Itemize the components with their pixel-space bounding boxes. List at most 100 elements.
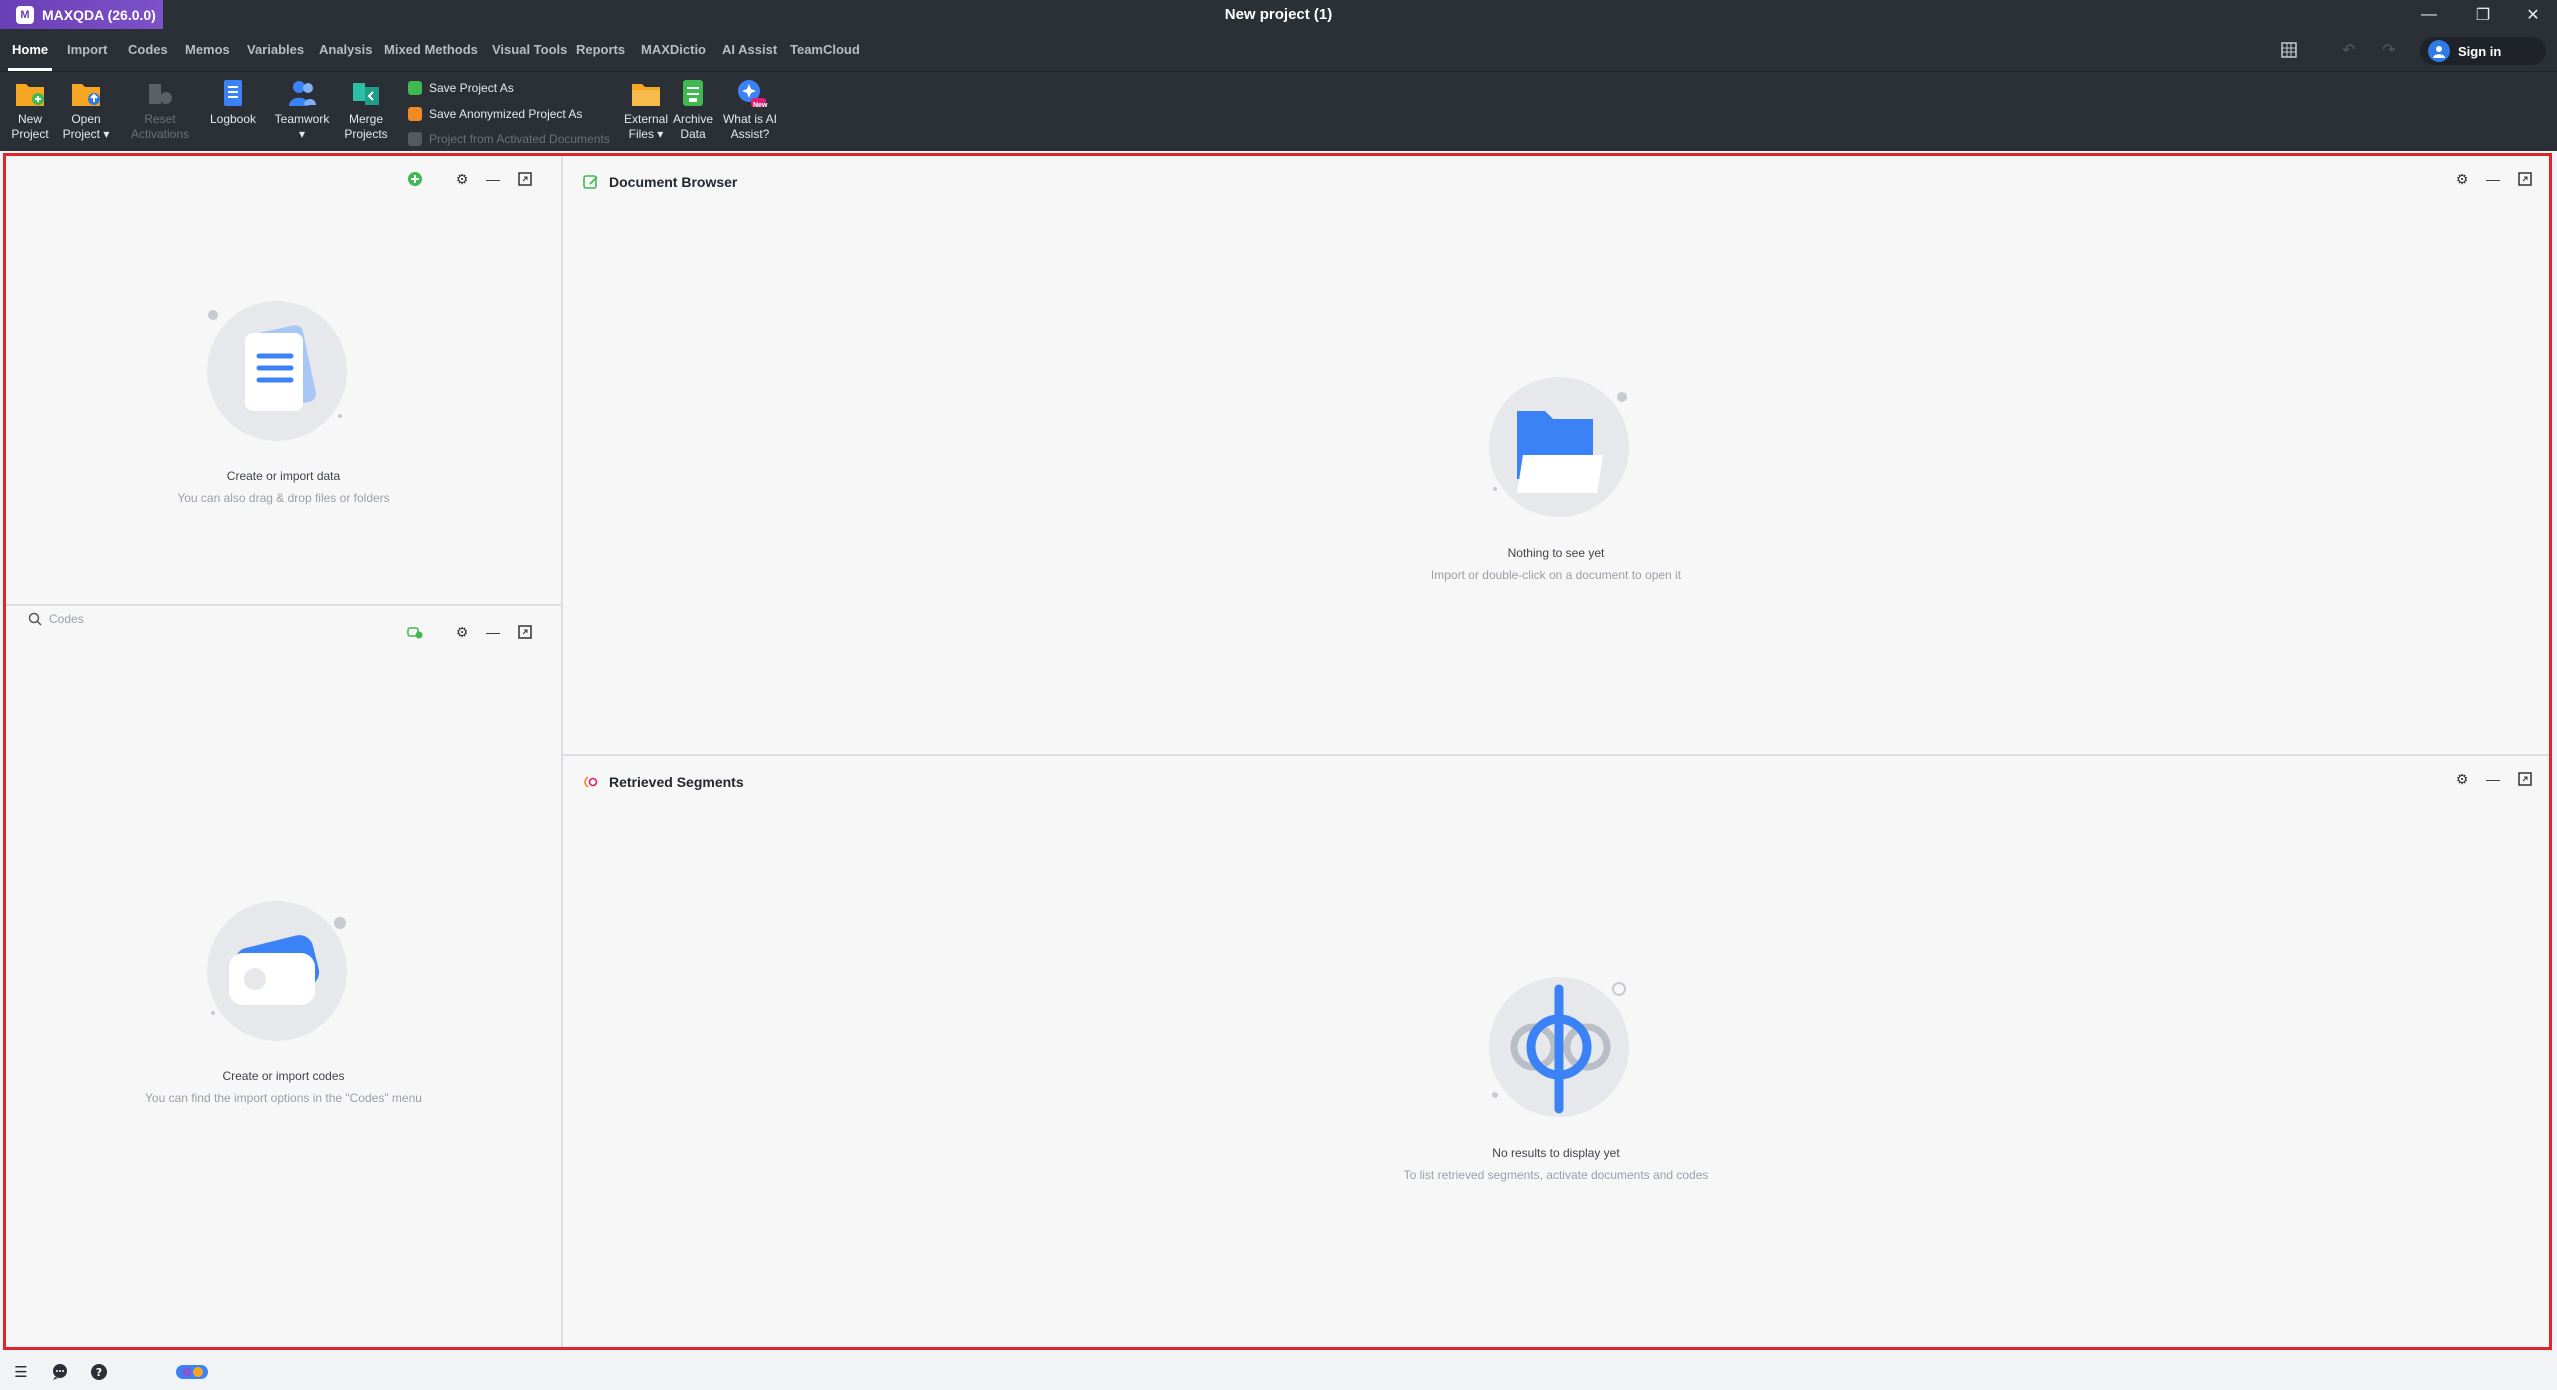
ai-assist-icon: New [734, 78, 767, 109]
save-project-as-button[interactable]: Save Project As [408, 78, 514, 98]
minimize-button[interactable]: — [2405, 0, 2453, 29]
archive-data-button[interactable]: Archive Data [663, 78, 723, 142]
reset-activations-label-2: Activations [130, 127, 190, 141]
segments-empty-subtitle: To list retrieved segments, activate doc… [1403, 1168, 1709, 1182]
close-button[interactable]: ✕ [2509, 0, 2557, 29]
logbook-label: Logbook [209, 112, 257, 126]
grid-icon[interactable] [2276, 39, 2302, 61]
codes-minimize-panel-icon[interactable]: — [484, 623, 502, 641]
new-code-icon[interactable] [406, 623, 424, 641]
save-project-as-label: Save Project As [429, 81, 514, 95]
teamwork-icon [286, 78, 318, 108]
tab-maxdictio[interactable]: MAXDictio [641, 29, 706, 71]
project-from-activated-button[interactable]: Project from Activated Documents [408, 129, 610, 149]
project-from-activated-label: Project from Activated Documents [429, 132, 610, 146]
redo-icon[interactable]: ↷ [2376, 39, 2402, 61]
logbook-button[interactable]: Logbook [203, 78, 263, 127]
user-icon [2428, 40, 2450, 62]
merge-projects-button[interactable]: Merge Projects [336, 78, 396, 142]
tab-memos[interactable]: Memos [185, 29, 230, 71]
code-empty-title: Create or import codes [222, 1069, 345, 1083]
codes-undock-panel-icon[interactable] [516, 623, 534, 641]
title-bar: M MAXQDA (26.0.0) New project (1) — ❐ ✕ [0, 0, 2557, 29]
menu-bar: Home Import Codes Memos Variables Analys… [0, 29, 2557, 71]
merge-projects-label-1: Merge [348, 112, 383, 126]
tab-ai-assist[interactable]: AI Assist [722, 29, 777, 71]
tab-home[interactable]: Home [7, 29, 53, 71]
segments-minimize-panel-icon[interactable]: — [2484, 770, 2502, 788]
sign-in-button[interactable]: Sign in [2420, 37, 2546, 65]
code-illustration-icon [207, 901, 347, 1041]
segments-illustration-icon [1489, 977, 1629, 1117]
archive-data-label-2: Data [680, 127, 706, 141]
archive-data-label-1: Archive [672, 112, 713, 126]
tab-mixed-methods[interactable]: Mixed Methods [384, 29, 478, 71]
undock-panel-icon[interactable] [516, 170, 534, 188]
document-system-panel: ⚙ — Create or import data You can also d… [6, 156, 561, 604]
document-empty-title: Create or import data [226, 469, 341, 483]
browser-empty-title: Nothing to see yet [1507, 546, 1605, 560]
tab-codes[interactable]: Codes [128, 29, 168, 71]
reset-activations-button[interactable]: Reset Activations [130, 78, 190, 142]
code-search-field[interactable]: Codes [28, 612, 84, 626]
segments-empty-title: No results to display yet [1492, 1146, 1620, 1160]
save-anonymized-button[interactable]: Save Anonymized Project As [408, 104, 582, 124]
teamwork-dropdown-arrow: ▾ [298, 127, 306, 141]
browser-empty-subtitle: Import or double-click on a document to … [1430, 568, 1682, 582]
hamburger-menu-icon[interactable]: ☰ [10, 1361, 32, 1383]
tab-reports[interactable]: Reports [576, 29, 625, 71]
teamwork-button[interactable]: Teamwork ▾ [272, 78, 332, 142]
segments-settings-gear-icon[interactable]: ⚙ [2453, 770, 2471, 788]
segments-undock-panel-icon[interactable] [2516, 770, 2534, 788]
help-icon[interactable]: ? [88, 1361, 110, 1383]
document-browser-title: Document Browser [609, 174, 738, 190]
open-folder-icon [70, 78, 102, 108]
new-badge: New [753, 102, 768, 109]
browser-undock-panel-icon[interactable] [2516, 170, 2534, 188]
reset-activations-icon [144, 78, 176, 108]
browser-minimize-panel-icon[interactable]: — [2484, 170, 2502, 188]
undo-icon[interactable]: ↶ [2336, 39, 2362, 61]
document-empty-subtitle: You can also drag & drop files or folder… [177, 491, 390, 505]
logbook-icon [217, 78, 249, 108]
save-anonymized-label: Save Anonymized Project As [429, 107, 583, 121]
new-project-label-1: New [17, 112, 42, 126]
settings-gear-icon[interactable]: ⚙ [453, 170, 471, 188]
ai-assist-label-2: Assist? [730, 127, 770, 141]
folder-illustration-icon [1489, 377, 1629, 517]
tab-variables[interactable]: Variables [247, 29, 304, 71]
tab-teamcloud[interactable]: TeamCloud [790, 29, 860, 71]
main-workspace: ⚙ — Create or import data You can also d… [3, 153, 2552, 1350]
window-title: New project (1) [1224, 6, 1333, 23]
merge-projects-label-2: Projects [344, 127, 388, 141]
new-project-label-2: Project [11, 127, 49, 141]
sign-in-label: Sign in [2458, 43, 2502, 59]
new-project-button[interactable]: New Project [0, 78, 60, 142]
status-bar: ☰ ? [0, 1353, 2557, 1390]
code-search-placeholder: Codes [49, 612, 84, 626]
open-project-button[interactable]: Open Project ▾ [56, 78, 116, 142]
ribbon-toolbar: New Project Open Project ▾ Reset Activat… [0, 71, 2557, 151]
reset-activations-label-1: Reset [144, 112, 176, 126]
add-document-icon[interactable] [406, 170, 424, 188]
restore-button[interactable]: ❐ [2459, 0, 2507, 29]
save-icon [408, 81, 422, 95]
codes-settings-gear-icon[interactable]: ⚙ [453, 623, 471, 641]
document-browser-header: Document Browser [583, 174, 737, 190]
chat-icon[interactable] [49, 1361, 71, 1383]
edit-document-icon [583, 174, 599, 190]
open-project-label-2: Project ▾ [62, 127, 110, 141]
tab-import[interactable]: Import [67, 29, 107, 71]
browser-settings-gear-icon[interactable]: ⚙ [2453, 170, 2471, 188]
retrieved-segments-title: Retrieved Segments [609, 774, 744, 790]
code-empty-subtitle: You can find the import options in the "… [145, 1091, 422, 1105]
tab-analysis[interactable]: Analysis [319, 29, 372, 71]
retrieved-segments-header: Retrieved Segments [583, 774, 744, 790]
tab-visual-tools[interactable]: Visual Tools [492, 29, 567, 71]
teamwork-label: Teamwork [274, 112, 330, 126]
new-folder-icon [14, 78, 46, 108]
open-project-label-1: Open [71, 112, 101, 126]
minimize-panel-icon[interactable]: — [484, 170, 502, 188]
what-is-ai-assist-button[interactable]: New What is AI Assist? [720, 78, 780, 142]
toggle-switch-icon[interactable] [175, 1361, 209, 1383]
